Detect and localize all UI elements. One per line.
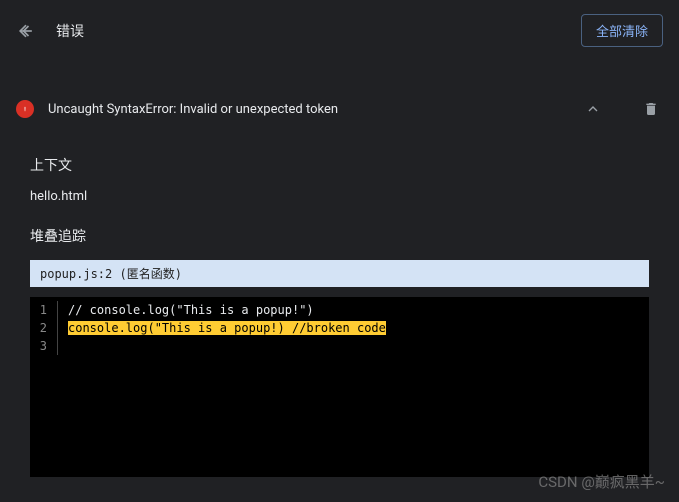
delete-button[interactable]: [639, 97, 663, 121]
line-content: [58, 337, 68, 355]
context-label: 上下文: [30, 155, 649, 175]
line-content: // console.log("This is a popup!"): [58, 301, 314, 319]
code-block: 1// console.log("This is a popup!")2cons…: [30, 297, 649, 477]
line-number: 2: [30, 319, 58, 337]
header: 错误 全部清除: [0, 0, 679, 61]
page-title: 错误: [56, 21, 561, 41]
watermark: CSDN @巅疯黑羊~: [538, 471, 665, 492]
error-message: Uncaught SyntaxError: Invalid or unexpec…: [48, 102, 567, 117]
line-number: 3: [30, 337, 58, 355]
code-line: 3: [30, 337, 649, 355]
code-line: 1// console.log("This is a popup!"): [30, 301, 649, 319]
collapse-button[interactable]: [581, 97, 605, 121]
clear-all-button[interactable]: 全部清除: [581, 14, 663, 47]
back-arrow-icon[interactable]: [16, 21, 36, 41]
line-number: 1: [30, 301, 58, 319]
error-item: Uncaught SyntaxError: Invalid or unexpec…: [0, 85, 679, 133]
stack-location[interactable]: popup.js:2 (匿名函数): [30, 260, 649, 287]
stack-label: 堆叠追踪: [30, 226, 649, 246]
details-section: 上下文 hello.html 堆叠追踪 popup.js:2 (匿名函数) 1/…: [0, 155, 679, 477]
line-content: console.log("This is a popup!) //broken …: [58, 319, 386, 337]
error-icon: [16, 100, 34, 118]
context-file: hello.html: [30, 189, 649, 204]
code-line: 2console.log("This is a popup!) //broken…: [30, 319, 649, 337]
